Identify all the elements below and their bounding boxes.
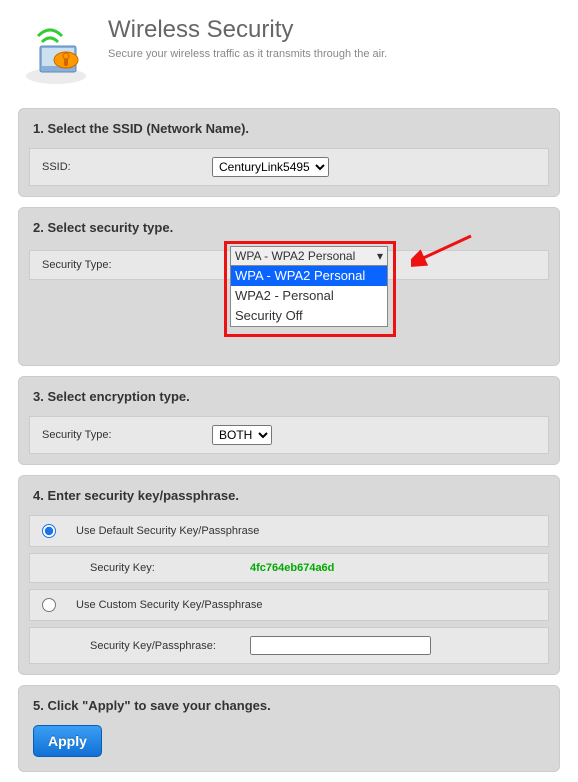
custom-key-radio[interactable] — [42, 598, 56, 612]
default-key-row: Use Default Security Key/Passphrase — [29, 515, 549, 547]
ssid-row: SSID: CenturyLink5495 — [29, 148, 549, 186]
custom-key-label: Use Custom Security Key/Passphrase — [76, 599, 262, 611]
custom-key-input[interactable] — [250, 636, 431, 655]
step1-title: 1. Select the SSID (Network Name). — [19, 109, 559, 148]
custom-key-input-label: Security Key/Passphrase: — [90, 640, 250, 652]
custom-key-row: Use Custom Security Key/Passphrase — [29, 589, 549, 621]
encryption-label: Security Type: — [42, 429, 212, 441]
apply-button[interactable]: Apply — [33, 725, 102, 757]
page-subtitle: Secure your wireless traffic as it trans… — [108, 48, 387, 60]
encryption-select[interactable]: BOTH — [212, 425, 272, 445]
page-title: Wireless Security — [108, 16, 387, 44]
security-key-value: 4fc764eb674a6d — [250, 562, 334, 574]
step1-panel: 1. Select the SSID (Network Name). SSID:… — [18, 108, 560, 197]
step5-title: 5. Click "Apply" to save your changes. — [19, 686, 559, 725]
encryption-row: Security Type: BOTH — [29, 416, 549, 454]
option-security-off[interactable]: Security Off — [231, 306, 387, 326]
default-key-label: Use Default Security Key/Passphrase — [76, 525, 259, 537]
option-wpa2-personal[interactable]: WPA2 - Personal — [231, 286, 387, 306]
ssid-select[interactable]: CenturyLink5495 — [212, 157, 329, 177]
default-key-radio[interactable] — [42, 524, 56, 538]
custom-key-input-row: Security Key/Passphrase: — [29, 627, 549, 664]
step4-title: 4. Enter security key/passphrase. — [19, 476, 559, 515]
security-key-label: Security Key: — [90, 562, 250, 574]
ssid-label: SSID: — [42, 161, 212, 173]
step3-title: 3. Select encryption type. — [19, 377, 559, 416]
step3-panel: 3. Select encryption type. Security Type… — [18, 376, 560, 465]
step2-panel: 2. Select security type. placeholder Sec… — [18, 207, 560, 366]
wireless-security-icon — [20, 16, 92, 88]
step4-panel: 4. Enter security key/passphrase. Use De… — [18, 475, 560, 675]
step2-title: 2. Select security type. — [19, 208, 559, 247]
security-key-row: Security Key: 4fc764eb674a6d — [29, 553, 549, 583]
page-header: Wireless Security Secure your wireless t… — [0, 0, 578, 98]
step5-panel: 5. Click "Apply" to save your changes. A… — [18, 685, 560, 772]
security-type-label: Security Type: — [42, 259, 212, 271]
